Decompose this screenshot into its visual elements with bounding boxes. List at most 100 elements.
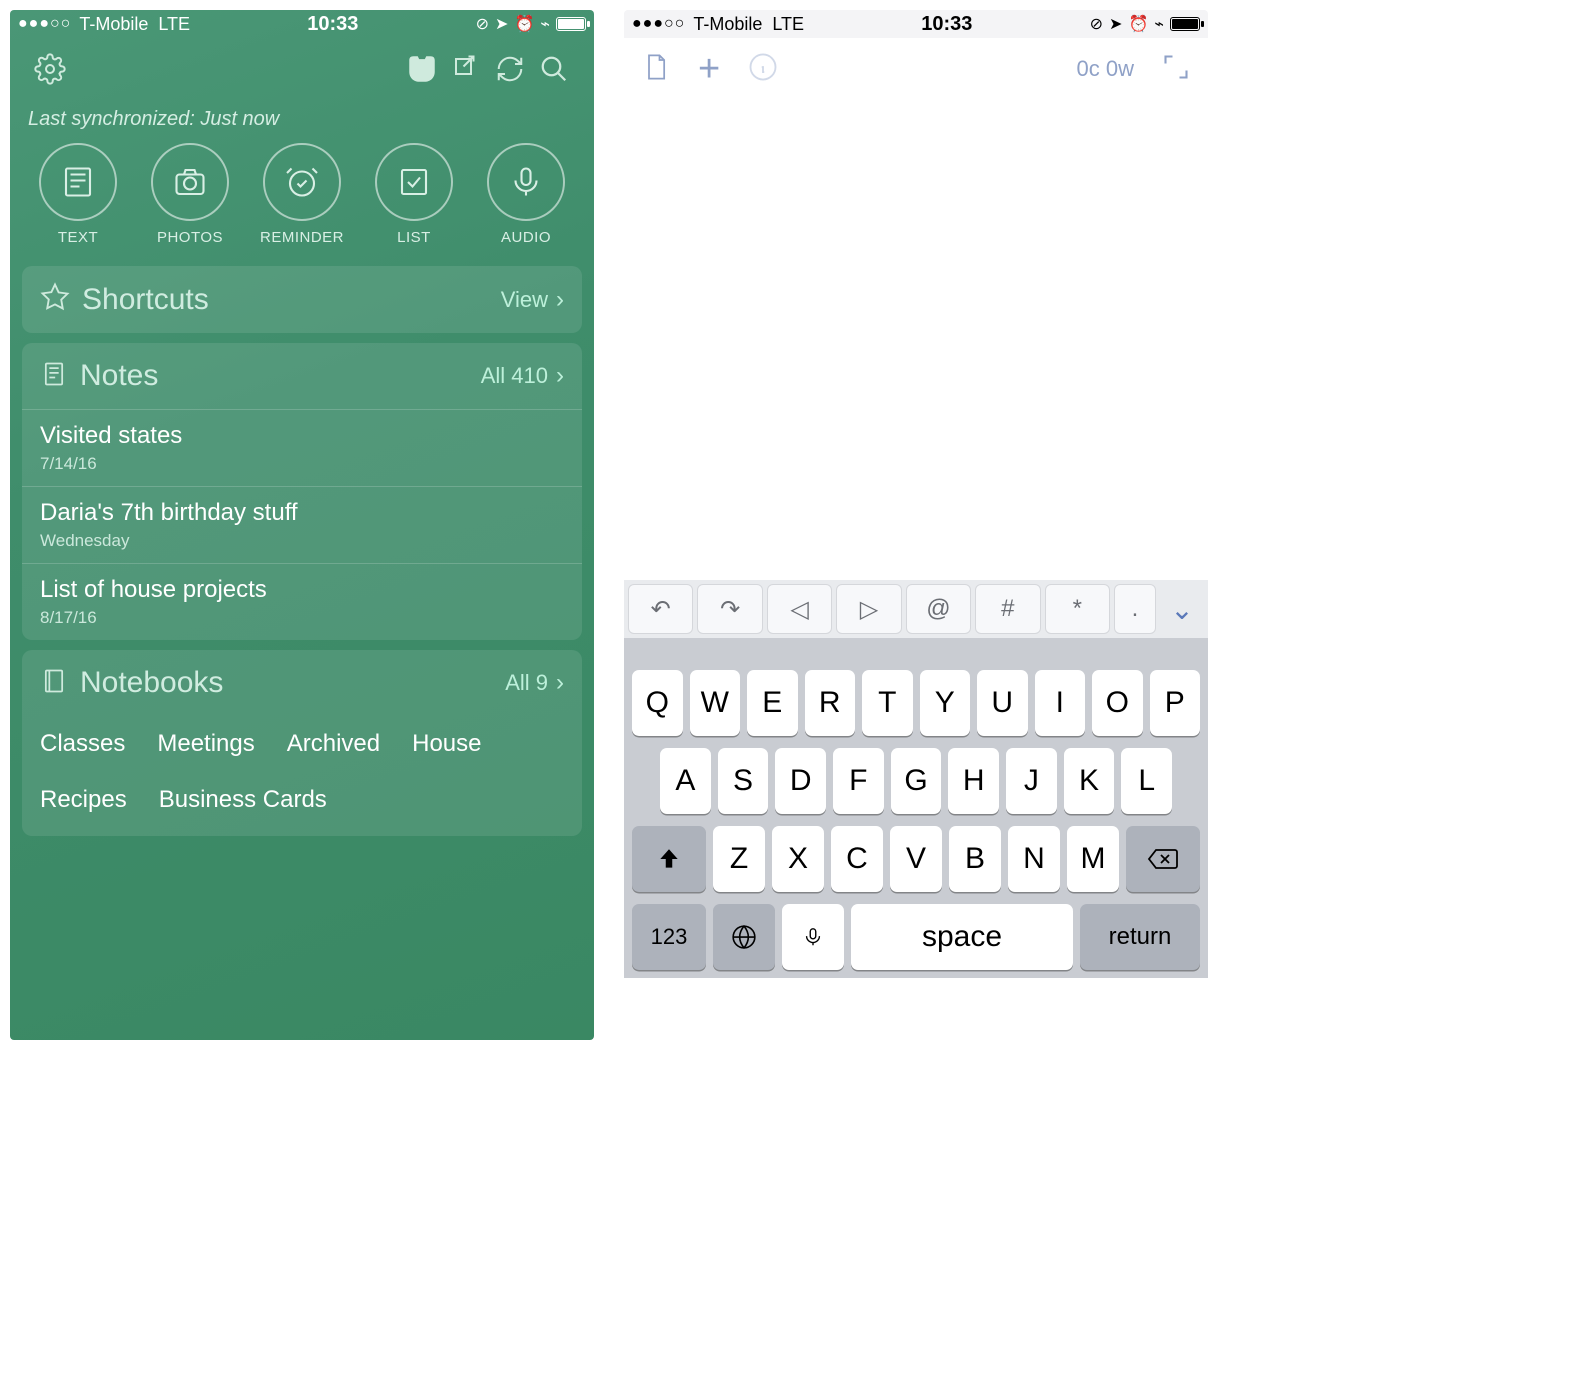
view-shortcuts-link[interactable]: View <box>501 287 548 313</box>
star-key[interactable]: * <box>1045 584 1110 634</box>
cursor-right-button[interactable]: ▷ <box>836 584 901 634</box>
new-audio-button[interactable]: AUDIO <box>476 143 576 246</box>
network-label: LTE <box>158 14 190 35</box>
key-o[interactable]: O <box>1092 670 1143 736</box>
notebook-item[interactable]: Recipes <box>40 786 127 814</box>
chevron-right-icon: › <box>556 362 564 390</box>
new-photo-button[interactable]: PHOTOS <box>140 143 240 246</box>
key-z[interactable]: Z <box>713 826 765 892</box>
key-l[interactable]: L <box>1121 748 1172 814</box>
key-k[interactable]: K <box>1064 748 1115 814</box>
add-button[interactable]: + <box>698 48 720 91</box>
status-right: ⊘ ➤ ⏰ ⌁ <box>1090 14 1200 34</box>
keyboard-accessory-row: ↶ ↷ ◁ ▷ @ # * . ⌄ <box>624 580 1208 638</box>
return-key[interactable]: return <box>1080 904 1200 970</box>
notebook-item[interactable]: House <box>412 730 481 758</box>
dictation-key[interactable] <box>782 904 844 970</box>
note-row[interactable]: Daria's 7th birthday stuff Wednesday <box>22 486 582 563</box>
undo-button[interactable]: ↶ <box>628 584 693 634</box>
note-icon <box>40 360 68 393</box>
alarm-check-icon <box>263 143 341 221</box>
new-text-button[interactable]: TEXT <box>28 143 128 246</box>
lock-rotation-icon: ⊘ <box>476 14 489 34</box>
keyboard-row-4: 123 space return <box>630 904 1202 970</box>
star-icon <box>40 282 70 317</box>
key-t[interactable]: T <box>862 670 913 736</box>
network-label: LTE <box>772 14 804 35</box>
key-a[interactable]: A <box>660 748 711 814</box>
note-title: List of house projects <box>40 576 564 604</box>
key-f[interactable]: F <box>833 748 884 814</box>
notes-section: Notes All 410 › Visited states 7/14/16 D… <box>22 343 582 640</box>
sync-button[interactable] <box>488 47 532 91</box>
note-row[interactable]: List of house projects 8/17/16 <box>22 563 582 640</box>
note-date: 8/17/16 <box>40 608 564 628</box>
key-x[interactable]: X <box>772 826 824 892</box>
keyboard: Q W E R T Y U I O P A S D F G H J K L Z <box>624 662 1208 978</box>
new-list-button[interactable]: LIST <box>364 143 464 246</box>
location-icon: ➤ <box>1109 14 1122 34</box>
dot-key[interactable]: . <box>1114 584 1156 634</box>
note-title: Visited states <box>40 422 564 450</box>
fullscreen-button[interactable] <box>1162 53 1190 86</box>
key-j[interactable]: J <box>1006 748 1057 814</box>
space-key[interactable]: space <box>851 904 1073 970</box>
key-i[interactable]: I <box>1035 670 1086 736</box>
quick-label: TEXT <box>58 229 98 246</box>
notebook-item[interactable]: Business Cards <box>159 786 327 814</box>
quick-label: REMINDER <box>260 229 344 246</box>
key-p[interactable]: P <box>1150 670 1201 736</box>
key-y[interactable]: Y <box>920 670 971 736</box>
key-b[interactable]: B <box>949 826 1001 892</box>
settings-button[interactable] <box>28 47 72 91</box>
key-e[interactable]: E <box>747 670 798 736</box>
key-u[interactable]: U <box>977 670 1028 736</box>
text-icon <box>39 143 117 221</box>
note-row[interactable]: Visited states 7/14/16 <box>22 409 582 486</box>
all-notes-link[interactable]: All 410 <box>481 363 548 389</box>
keyboard-row-1: Q W E R T Y U I O P <box>630 670 1202 736</box>
key-g[interactable]: G <box>891 748 942 814</box>
notebook-item[interactable]: Archived <box>287 730 380 758</box>
key-r[interactable]: R <box>805 670 856 736</box>
keyboard-row-3: Z X C V B N M <box>630 826 1202 892</box>
key-c[interactable]: C <box>831 826 883 892</box>
redo-button[interactable]: ↷ <box>697 584 762 634</box>
at-key[interactable]: @ <box>906 584 971 634</box>
search-button[interactable] <box>532 47 576 91</box>
numbers-key[interactable]: 123 <box>632 904 706 970</box>
carrier-label: T-Mobile <box>79 14 148 35</box>
key-q[interactable]: Q <box>632 670 683 736</box>
quick-label: AUDIO <box>501 229 551 246</box>
cursor-left-button[interactable]: ◁ <box>767 584 832 634</box>
editor-textarea[interactable] <box>624 100 1208 580</box>
notebooks-header[interactable]: Notebooks All 9 › <box>22 650 582 716</box>
collapse-accessory-button[interactable]: ⌄ <box>1160 584 1204 634</box>
sync-status-label: Last synchronized: Just now <box>10 100 594 135</box>
phone-evernote: ●●●○○ T-Mobile LTE 10:33 ⊘ ➤ ⏰ ⌁ Last sy… <box>10 10 594 1040</box>
battery-icon <box>1170 17 1200 31</box>
signal-icon: ●●●○○ <box>632 15 685 33</box>
globe-key[interactable] <box>713 904 775 970</box>
share-button[interactable] <box>444 47 488 91</box>
key-s[interactable]: S <box>718 748 769 814</box>
info-button[interactable] <box>748 52 778 87</box>
hash-key[interactable]: # <box>975 584 1040 634</box>
notes-header[interactable]: Notes All 410 › <box>22 343 582 409</box>
new-reminder-button[interactable]: REMINDER <box>252 143 352 246</box>
notebook-item[interactable]: Meetings <box>157 730 254 758</box>
backspace-key[interactable] <box>1126 826 1200 892</box>
key-d[interactable]: D <box>775 748 826 814</box>
notebook-item[interactable]: Classes <box>40 730 125 758</box>
notebooks-list: Classes Meetings Archived House Recipes … <box>22 716 582 836</box>
key-m[interactable]: M <box>1067 826 1119 892</box>
key-h[interactable]: H <box>948 748 999 814</box>
shortcuts-section[interactable]: Shortcuts View › <box>22 266 582 333</box>
all-notebooks-link[interactable]: All 9 <box>505 670 548 696</box>
shift-key[interactable] <box>632 826 706 892</box>
key-v[interactable]: V <box>890 826 942 892</box>
key-w[interactable]: W <box>690 670 741 736</box>
elephant-logo-icon[interactable] <box>400 47 444 91</box>
key-n[interactable]: N <box>1008 826 1060 892</box>
document-button[interactable] <box>642 50 670 89</box>
